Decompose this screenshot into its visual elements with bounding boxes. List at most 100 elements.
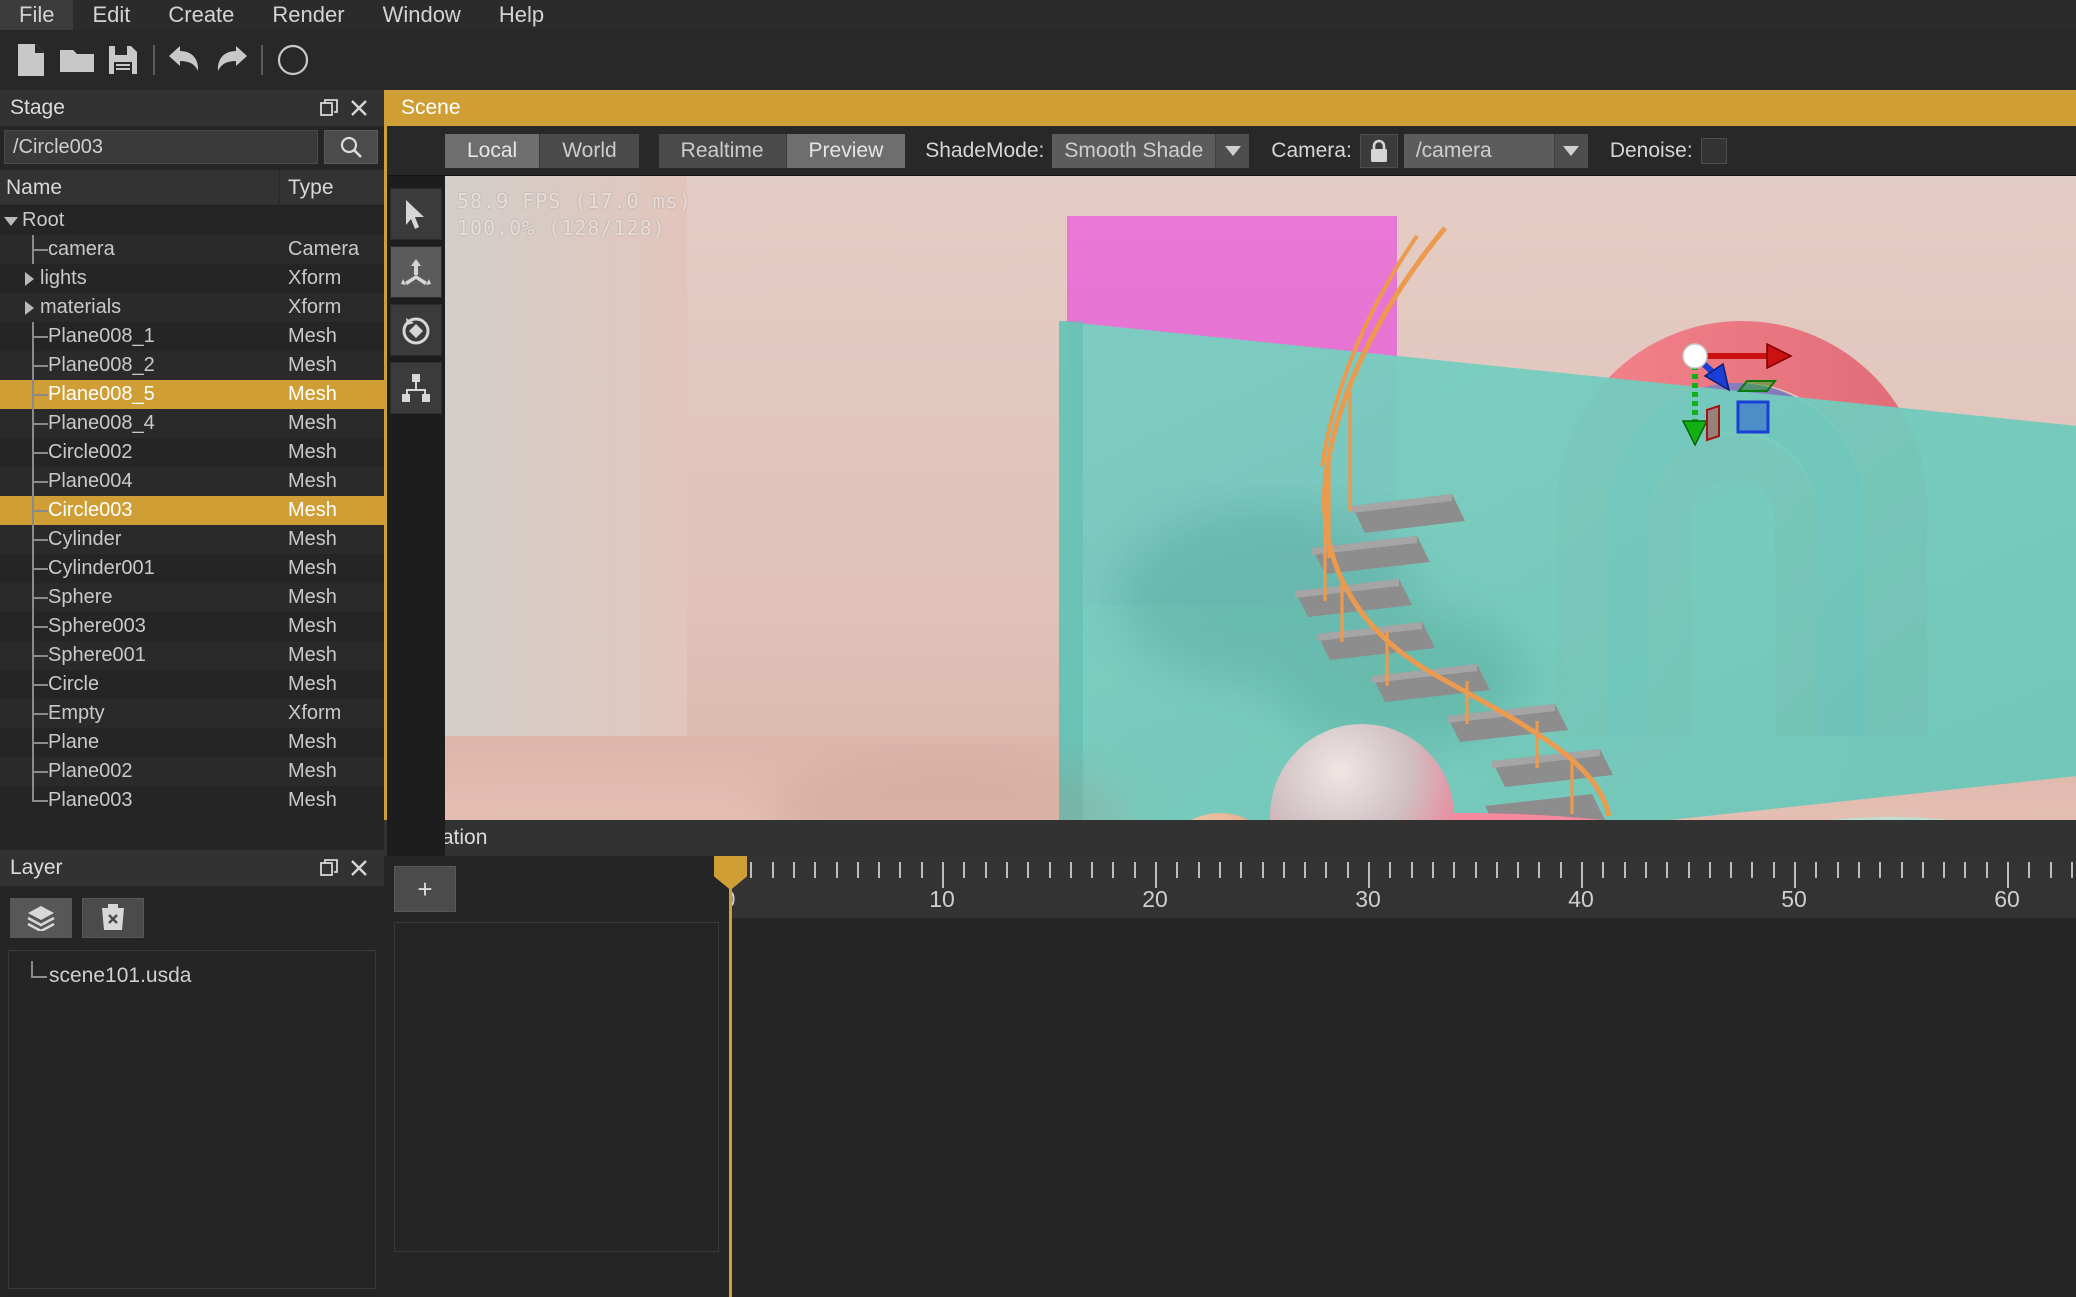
timeline-tick — [1964, 862, 1967, 878]
table-row[interactable]: Plane004 Mesh — [0, 467, 384, 496]
delete-layer-button[interactable] — [82, 898, 144, 938]
close-icon[interactable] — [344, 93, 374, 123]
timeline-playhead[interactable] — [714, 856, 747, 1297]
menu-item-create[interactable]: Create — [149, 0, 253, 30]
menu-item-file[interactable]: File — [0, 0, 74, 30]
tree-item-type: Mesh — [288, 499, 337, 521]
tree-item-type: Mesh — [288, 412, 337, 434]
timeline-tick — [1048, 862, 1051, 878]
table-row[interactable]: Cylinder Mesh — [0, 525, 384, 554]
tab-local[interactable]: Local — [445, 133, 541, 168]
timeline-tick — [1389, 862, 1392, 878]
viewport-3d[interactable]: 58.9 FPS (17.0 ms) 100.0% (128/128) — [387, 176, 2076, 856]
save-button[interactable] — [100, 37, 146, 83]
undo-button[interactable] — [162, 37, 208, 83]
tree-connector — [18, 235, 48, 264]
move-gizmo-tool[interactable] — [390, 246, 442, 298]
chevron-down-icon[interactable] — [0, 215, 22, 227]
timeline-label: 50 — [1781, 886, 1807, 912]
redo-button[interactable] — [208, 37, 254, 83]
table-row[interactable]: Cylinder001 Mesh — [0, 554, 384, 583]
scale-gizmo-tool[interactable] — [390, 362, 442, 414]
timeline-tick — [750, 862, 753, 878]
timeline-ruler[interactable]: 0102030405060 — [729, 856, 2076, 918]
table-row[interactable]: Circle003 Mesh — [0, 496, 384, 525]
layer-list[interactable]: scene101.usda — [8, 950, 376, 1289]
float-panel-icon[interactable] — [314, 93, 344, 123]
column-header-type[interactable]: Type — [280, 170, 384, 206]
menu-item-window[interactable]: Window — [364, 0, 480, 30]
timeline-tick — [1900, 862, 1903, 878]
table-row[interactable]: Plane Mesh — [0, 728, 384, 757]
table-row[interactable]: Sphere001 Mesh — [0, 641, 384, 670]
float-panel-icon[interactable] — [314, 853, 344, 883]
table-row[interactable]: materials Xform — [0, 293, 384, 322]
layer-panel-header: Layer — [0, 850, 384, 886]
timeline-tick — [1559, 862, 1562, 878]
add-layer-button[interactable] — [10, 898, 72, 938]
table-row[interactable]: Plane008_4 Mesh — [0, 409, 384, 438]
table-row[interactable]: Circle002 Mesh — [0, 438, 384, 467]
timeline-tick — [792, 862, 795, 878]
timeline-tick — [1325, 862, 1328, 878]
tab-world[interactable]: World — [540, 133, 639, 168]
table-row[interactable]: Plane003 Mesh — [0, 786, 384, 815]
tree-item-label: Plane008_2 — [48, 354, 155, 376]
timeline-tick — [1836, 862, 1839, 878]
tree-item-label: Circle003 — [48, 499, 133, 521]
table-row[interactable]: Circle Mesh — [0, 670, 384, 699]
timeline-tick — [1495, 862, 1498, 878]
stage-tree[interactable]: Root camera Camera lights Xform materials Xfor… — [0, 206, 384, 850]
timeline-tracks[interactable] — [729, 918, 2076, 1297]
chevron-right-icon[interactable] — [18, 271, 40, 287]
menu-item-render[interactable]: Render — [253, 0, 363, 30]
timeline-tick — [1155, 862, 1157, 888]
chevron-right-icon[interactable] — [18, 300, 40, 316]
scene-panel: Scene Local World Realtime Preview Shade… — [384, 90, 2076, 856]
gizmo-xy-plane — [1736, 400, 1770, 434]
tab-preview[interactable]: Preview — [786, 133, 906, 168]
menu-item-edit[interactable]: Edit — [73, 0, 149, 30]
animation-timeline[interactable]: 0102030405060 — [714, 856, 2076, 1297]
timeline-tick — [984, 862, 987, 878]
timeline-tick — [1410, 862, 1413, 878]
add-keyframe-button[interactable]: + — [394, 866, 456, 912]
tab-realtime[interactable]: Realtime — [658, 133, 787, 168]
translate-gizmo[interactable] — [1675, 336, 1795, 451]
chevron-down-icon[interactable] — [1215, 133, 1250, 168]
table-row[interactable]: Sphere Mesh — [0, 583, 384, 612]
table-row[interactable]: Root — [0, 206, 384, 235]
tree-item-type: Mesh — [288, 586, 337, 608]
table-row[interactable]: Plane002 Mesh — [0, 757, 384, 786]
new-file-button[interactable] — [8, 37, 54, 83]
denoise-checkbox[interactable] — [1700, 137, 1727, 164]
table-row[interactable]: Sphere003 Mesh — [0, 612, 384, 641]
tree-item-type: Mesh — [288, 760, 337, 782]
camera-select[interactable]: /camera — [1403, 133, 1588, 168]
gizmo-x-arrow — [1766, 342, 1793, 370]
menu-item-help[interactable]: Help — [480, 0, 563, 30]
animation-panel: Animation + 0102030405060 — [384, 820, 2076, 1297]
column-header-name[interactable]: Name — [0, 169, 280, 206]
table-row[interactable]: camera Camera — [0, 235, 384, 264]
shademode-select[interactable]: Smooth Shade — [1052, 133, 1250, 168]
rotate-gizmo-tool[interactable] — [390, 304, 442, 356]
select-arrow-tool[interactable] — [390, 188, 442, 240]
table-row[interactable]: Plane008_5 Mesh — [0, 380, 384, 409]
cursor-arrow-icon — [406, 200, 424, 229]
table-row[interactable]: lights Xform — [0, 264, 384, 293]
list-item[interactable]: scene101.usda — [9, 961, 375, 991]
open-folder-button[interactable] — [54, 37, 100, 83]
table-row[interactable]: Plane008_2 Mesh — [0, 351, 384, 380]
chevron-down-icon[interactable] — [1553, 133, 1588, 168]
timeline-tick — [1751, 862, 1754, 878]
track-list-body[interactable] — [394, 922, 719, 1252]
render-button[interactable] — [270, 37, 316, 83]
camera-lock-button[interactable] — [1359, 133, 1398, 168]
stage-path-input[interactable] — [4, 130, 318, 164]
table-row[interactable]: Empty Xform — [0, 699, 384, 728]
search-button[interactable] — [324, 130, 378, 164]
table-row[interactable]: Plane008_1 Mesh — [0, 322, 384, 351]
close-icon[interactable] — [344, 853, 374, 883]
timeline-tick — [942, 862, 944, 888]
